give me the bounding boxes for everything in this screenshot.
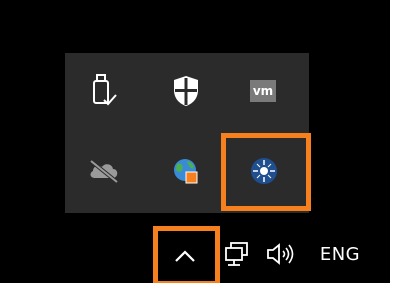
desktop-taskbar-area: vm ENG xyxy=(0,0,393,286)
vmware-icon[interactable]: vm xyxy=(237,65,289,117)
usb-safely-remove-icon[interactable] xyxy=(78,65,130,117)
globe-network-app-icon[interactable] xyxy=(160,145,212,197)
highlight-box-app-icon xyxy=(221,133,311,211)
input-language-indicator[interactable]: ENG xyxy=(310,234,370,274)
vmware-label: vm xyxy=(252,84,274,98)
windows-security-shield-icon[interactable] xyxy=(160,65,212,117)
network-icon[interactable] xyxy=(220,234,254,274)
language-label: ENG xyxy=(319,243,361,265)
speaker-volume-icon[interactable] xyxy=(262,234,302,274)
highlight-box-chevron xyxy=(153,226,220,286)
onedrive-offline-icon[interactable] xyxy=(78,145,130,197)
